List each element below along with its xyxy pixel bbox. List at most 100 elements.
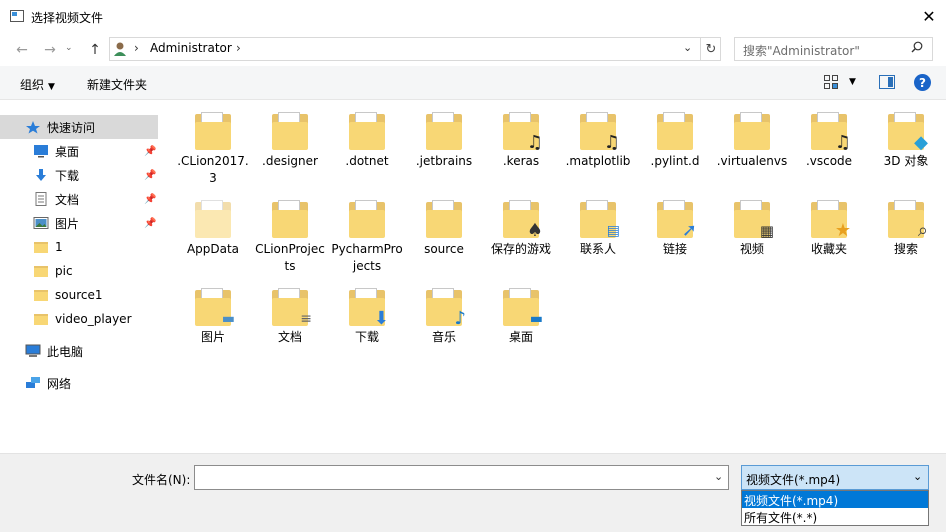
organize-button[interactable]: 组织 ▼ [20, 76, 55, 93]
sidebar-item-label: 快速访问 [47, 120, 96, 135]
sidebar-item-4[interactable]: 图片 📌 [0, 211, 158, 235]
view-options-icon[interactable] [824, 75, 838, 89]
folder-icon [34, 266, 48, 277]
file-tile[interactable]: ≡ 文档 [253, 288, 327, 346]
sidebar-item-label: 1 [55, 240, 63, 254]
file-tile[interactable]: CLionProjects [253, 200, 327, 275]
preview-pane-icon[interactable] [879, 75, 895, 89]
file-tile[interactable]: .designer [253, 112, 327, 170]
file-tile[interactable]: PycharmProjects [330, 200, 404, 275]
file-tile[interactable]: AppData [176, 200, 250, 258]
file-name: .pylint.d [650, 154, 700, 168]
pin-icon[interactable]: 📌 [144, 194, 156, 205]
folder-icon [34, 242, 48, 253]
pictures-folder-icon: ▬ [195, 288, 235, 327]
file-tile[interactable]: .virtualenvs [715, 112, 789, 170]
filetype-caret-icon[interactable]: ⌄ [913, 470, 922, 483]
up-arrow-icon[interactable]: ↑ [85, 40, 105, 60]
search-icon[interactable] [911, 41, 923, 53]
file-tile[interactable]: ♠ 保存的游戏 [484, 200, 558, 258]
file-tile[interactable]: ▤ 联系人 [561, 200, 635, 258]
file-name: 链接 [662, 242, 687, 256]
breadcrumb-chevron-icon[interactable]: › [236, 41, 241, 55]
view-caret-icon[interactable]: ▼ [849, 77, 856, 87]
file-name: source [424, 242, 464, 256]
pin-icon[interactable]: 📌 [144, 146, 156, 157]
sidebar-item-3[interactable]: 文档 📌 [0, 187, 158, 211]
file-tile[interactable]: .pylint.d [638, 112, 712, 170]
sidebar-item-2[interactable]: 下载 📌 [0, 163, 158, 187]
sidebar-item-9[interactable]: 此电脑 [0, 339, 158, 363]
file-name: .jetbrains [415, 154, 473, 168]
file-name: .designer [262, 154, 318, 168]
file-tile[interactable]: ▦ 视频 [715, 200, 789, 258]
sidebar-item-0[interactable]: 快速访问 [0, 115, 158, 139]
filename-input[interactable] [194, 465, 729, 490]
breadcrumb-chevron-icon[interactable]: › [134, 41, 139, 55]
file-tile[interactable]: .dotnet [330, 112, 404, 170]
close-button[interactable]: ✕ [912, 0, 946, 33]
file-tile[interactable]: ▬ 桌面 [484, 288, 558, 346]
pin-icon[interactable]: 📌 [144, 218, 156, 229]
file-name: 桌面 [508, 330, 533, 344]
picture-icon [33, 217, 49, 229]
window-title: 选择视频文件 [31, 11, 104, 25]
sidebar-item-8[interactable]: video_player [0, 307, 158, 331]
file-tile[interactable]: ➚ 链接 [638, 200, 712, 258]
file-tile[interactable]: ♫ .vscode [792, 112, 866, 170]
help-icon[interactable]: ? [914, 74, 931, 91]
file-tile[interactable]: ⌕ 搜索 [869, 200, 943, 258]
file-name: 文档 [277, 330, 302, 344]
sidebar-item-7[interactable]: source1 [0, 283, 158, 307]
file-tile[interactable]: ▬ 图片 [176, 288, 250, 346]
folder-icon [349, 112, 385, 150]
filename-dropdown-icon[interactable]: ⌄ [714, 470, 723, 483]
filetype-option-all[interactable]: 所有文件(*.*) [742, 508, 928, 525]
links-icon: ➚ [657, 200, 697, 240]
searches-icon: ⌕ [888, 200, 928, 240]
computer-icon [25, 344, 41, 357]
recent-caret-icon[interactable]: ⌄ [65, 43, 73, 53]
folder-icon [272, 112, 308, 150]
forward-arrow-icon[interactable]: → [40, 40, 60, 60]
file-name: 音乐 [431, 330, 456, 344]
new-folder-button[interactable]: 新建文件夹 [87, 76, 147, 93]
file-tile[interactable]: source [407, 200, 481, 258]
saved-games-icon: ♠ [503, 200, 543, 240]
address-dropdown-icon[interactable]: ⌄ [683, 41, 692, 54]
file-name: PycharmProjects [331, 242, 403, 273]
user-folder-icon [114, 42, 126, 56]
file-tile[interactable]: .jetbrains [407, 112, 481, 170]
refresh-icon[interactable]: ↻ [700, 38, 721, 60]
file-name: 图片 [200, 330, 225, 344]
sidebar-item-label: 此电脑 [47, 344, 84, 359]
sidebar-item-label: 图片 [55, 216, 80, 231]
desktop-icon [34, 145, 48, 158]
file-tile[interactable]: ◆ 3D 对象 [869, 112, 943, 170]
pin-icon[interactable]: 📌 [144, 170, 156, 181]
download-icon [36, 169, 46, 181]
filetype-option-mp4[interactable]: 视频文件(*.mp4) [742, 491, 928, 508]
file-tile[interactable]: ⬇ 下载 [330, 288, 404, 346]
sidebar-item-5[interactable]: 1 [0, 235, 158, 259]
file-tile[interactable]: ★ 收藏夹 [792, 200, 866, 258]
sidebar-item-label: 文档 [55, 192, 80, 207]
sidebar-item-10[interactable]: 网络 [0, 371, 158, 395]
file-tile[interactable]: ♪ 音乐 [407, 288, 481, 346]
network-icon [26, 377, 40, 388]
music-folder-icon: ♫ [580, 112, 620, 152]
file-tile[interactable]: ♫ .keras [484, 112, 558, 170]
file-tile[interactable]: ♫ .matplotlib [561, 112, 635, 170]
file-tile[interactable]: .CLion2017.3 [176, 112, 250, 187]
sidebar-item-6[interactable]: pic [0, 259, 158, 283]
star-icon [26, 121, 40, 134]
caret-down-icon: ▼ [48, 82, 55, 92]
file-name: 视频 [739, 242, 764, 256]
breadcrumb-administrator[interactable]: Administrator [150, 41, 232, 55]
sidebar-item-1[interactable]: 桌面 📌 [0, 139, 158, 163]
sidebar-item-label: 下载 [55, 168, 80, 183]
search-placeholder: 搜索"Administrator" [743, 44, 860, 58]
filetype-select[interactable]: 视频文件(*.mp4) [741, 465, 929, 490]
folder-icon [34, 290, 48, 301]
back-arrow-icon[interactable]: ← [12, 40, 32, 60]
